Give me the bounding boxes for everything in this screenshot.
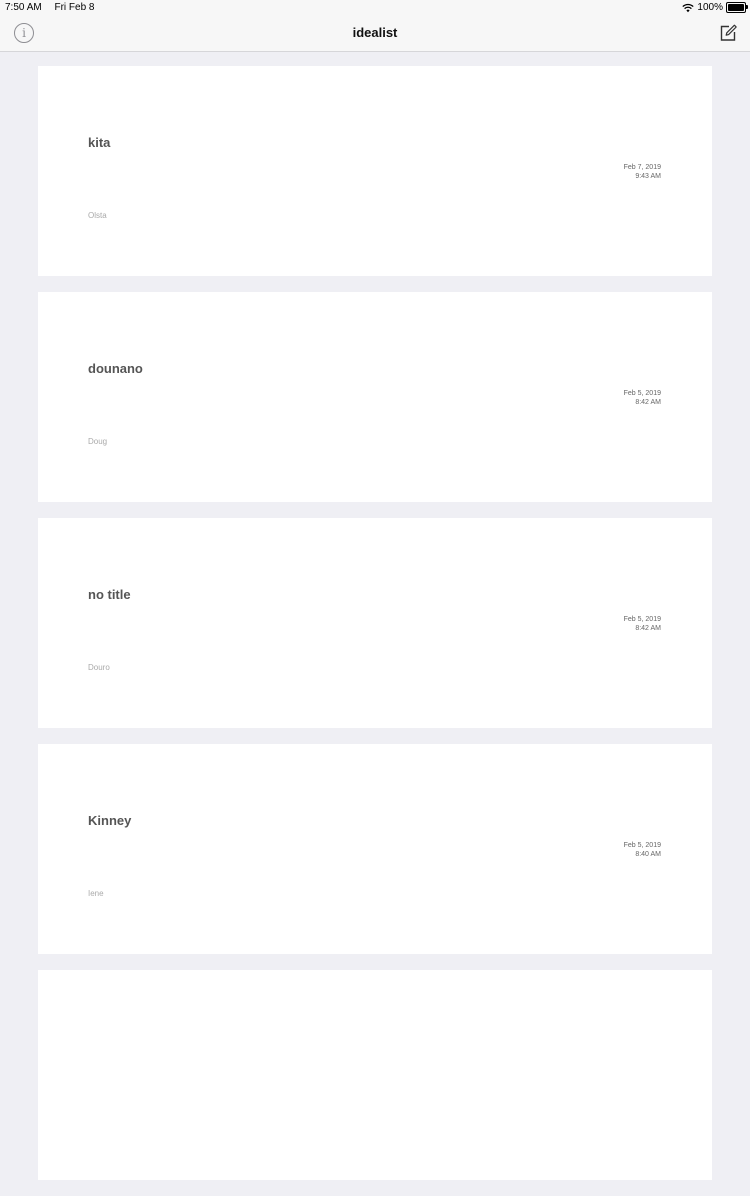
idea-card[interactable]: kita Feb 7, 2019 9:43 AM Olsta [38,66,712,276]
idea-author: Doug [88,437,108,446]
idea-date: Feb 5, 2019 [623,390,661,397]
idea-title: no title [88,587,131,602]
idea-date: Feb 7, 2019 [623,164,661,171]
idea-time: 8:42 AM [635,399,661,406]
idea-time: 8:40 AM [635,851,661,858]
idea-card[interactable]: no title Feb 5, 2019 8:42 AM Douro [38,518,712,728]
nav-bar: i idealist [0,16,750,52]
idea-date: Feb 5, 2019 [623,842,661,849]
idea-card[interactable] [38,970,712,1180]
battery-percent: 100% [697,2,723,13]
compose-icon[interactable] [718,23,738,43]
idea-date: Feb 5, 2019 [623,616,661,623]
battery-fill [728,4,744,11]
idea-author: Douro [88,663,110,672]
idea-card[interactable]: dounano Feb 5, 2019 8:42 AM Doug [38,292,712,502]
idea-author: Iene [88,889,104,898]
idea-title: dounano [88,361,143,376]
status-right: 100% [682,2,748,13]
idea-list: kita Feb 7, 2019 9:43 AM Olsta dounano F… [38,66,712,1196]
battery-icon [726,2,748,13]
idea-timestamp: Feb 7, 2019 9:43 AM [624,163,661,181]
idea-card[interactable]: Kinney Feb 5, 2019 8:40 AM Iene [38,744,712,954]
idea-timestamp: Feb 5, 2019 8:40 AM [624,841,661,859]
idea-author: Olsta [88,211,107,220]
idea-timestamp: Feb 5, 2019 8:42 AM [624,615,661,633]
idea-time: 8:42 AM [635,625,661,632]
wifi-icon [682,3,695,12]
idea-timestamp: Feb 5, 2019 8:42 AM [624,389,661,407]
idea-time: 9:43 AM [635,173,661,180]
idea-title: Kinney [88,813,132,828]
status-time: 7:50 AM [5,2,42,13]
status-left: 7:50 AM Fri Feb 8 [5,2,95,13]
status-date: Fri Feb 8 [54,2,95,13]
status-bar: 7:50 AM Fri Feb 8 100% [0,0,750,16]
page-title: idealist [352,25,398,40]
idea-title: kita [88,135,111,150]
